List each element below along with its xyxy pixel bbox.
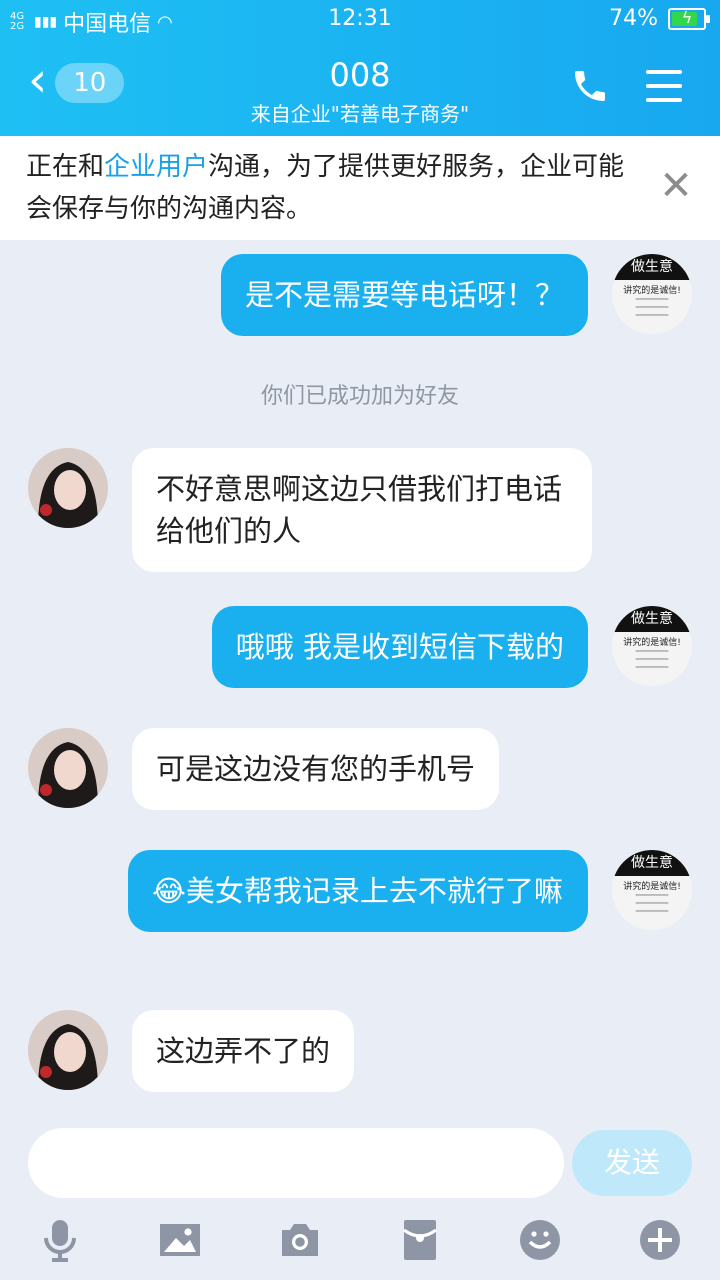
- contact-avatar[interactable]: [28, 728, 108, 808]
- system-message: 你们已成功加为好友: [260, 384, 459, 409]
- image-icon[interactable]: [156, 1216, 204, 1264]
- message-bubble-received[interactable]: 可是这边没有您的手机号: [132, 728, 500, 810]
- chat-title: 008: [329, 56, 391, 94]
- close-icon[interactable]: ✕: [658, 166, 694, 206]
- notice-text: 正在和企业用户沟通，为了提供更好服务，企业可能会保存与你的沟通内容。: [26, 152, 625, 224]
- input-bar: 发送: [0, 1112, 720, 1210]
- message-bubble-received[interactable]: 不好意思啊这边只借我们打电话给他们的人: [132, 448, 592, 572]
- emoji-icon[interactable]: [516, 1216, 564, 1264]
- message-input[interactable]: [28, 1128, 564, 1198]
- message-bubble-sent[interactable]: 哦哦 我是收到短信下载的: [211, 606, 588, 688]
- message-bubble-sent[interactable]: 是不是需要等电话呀！？: [220, 254, 588, 336]
- plus-icon[interactable]: [636, 1216, 684, 1264]
- microphone-icon[interactable]: [36, 1216, 84, 1264]
- red-packet-icon[interactable]: [396, 1216, 444, 1264]
- my-avatar[interactable]: 做生意 讲究的是诚信! ━━━━━━━━━ ━━━━━━━━━ ━━━━━━━━━: [612, 254, 692, 334]
- message-bubble-sent[interactable]: 😂美女帮我记录上去不就行了嘛: [128, 850, 588, 932]
- status-bar: 4G 2G ▮▮▮ 中国电信 ◠ 12:31 74% ϟ: [0, 0, 720, 40]
- send-button[interactable]: 发送: [572, 1130, 692, 1196]
- notice-highlight-link[interactable]: 企业用户: [104, 152, 208, 182]
- battery-percent: 74%: [609, 6, 658, 31]
- my-avatar[interactable]: 做生意 讲究的是诚信! ━━━━━━━━━ ━━━━━━━━━ ━━━━━━━━━: [612, 606, 692, 686]
- chat-subtitle: 来自企业"若善电子商务": [250, 102, 470, 126]
- header-bar: 4G 2G ▮▮▮ 中国电信 ◠ 12:31 74% ϟ ‹ 10 008 来自…: [0, 0, 720, 136]
- my-avatar[interactable]: 做生意 讲究的是诚信! ━━━━━━━━━ ━━━━━━━━━ ━━━━━━━━━: [612, 850, 692, 930]
- contact-avatar[interactable]: [28, 448, 108, 528]
- phone-icon[interactable]: [570, 66, 610, 106]
- chat-toolbar: [0, 1210, 720, 1280]
- message-bubble-received[interactable]: 这边弄不了的: [132, 1010, 355, 1092]
- contact-avatar[interactable]: [28, 1010, 108, 1090]
- battery-icon: ϟ: [668, 7, 710, 30]
- menu-icon[interactable]: [646, 70, 682, 104]
- camera-icon[interactable]: [276, 1216, 324, 1264]
- enterprise-notice: 正在和企业用户沟通，为了提供更好服务，企业可能会保存与你的沟通内容。 ✕: [0, 136, 720, 240]
